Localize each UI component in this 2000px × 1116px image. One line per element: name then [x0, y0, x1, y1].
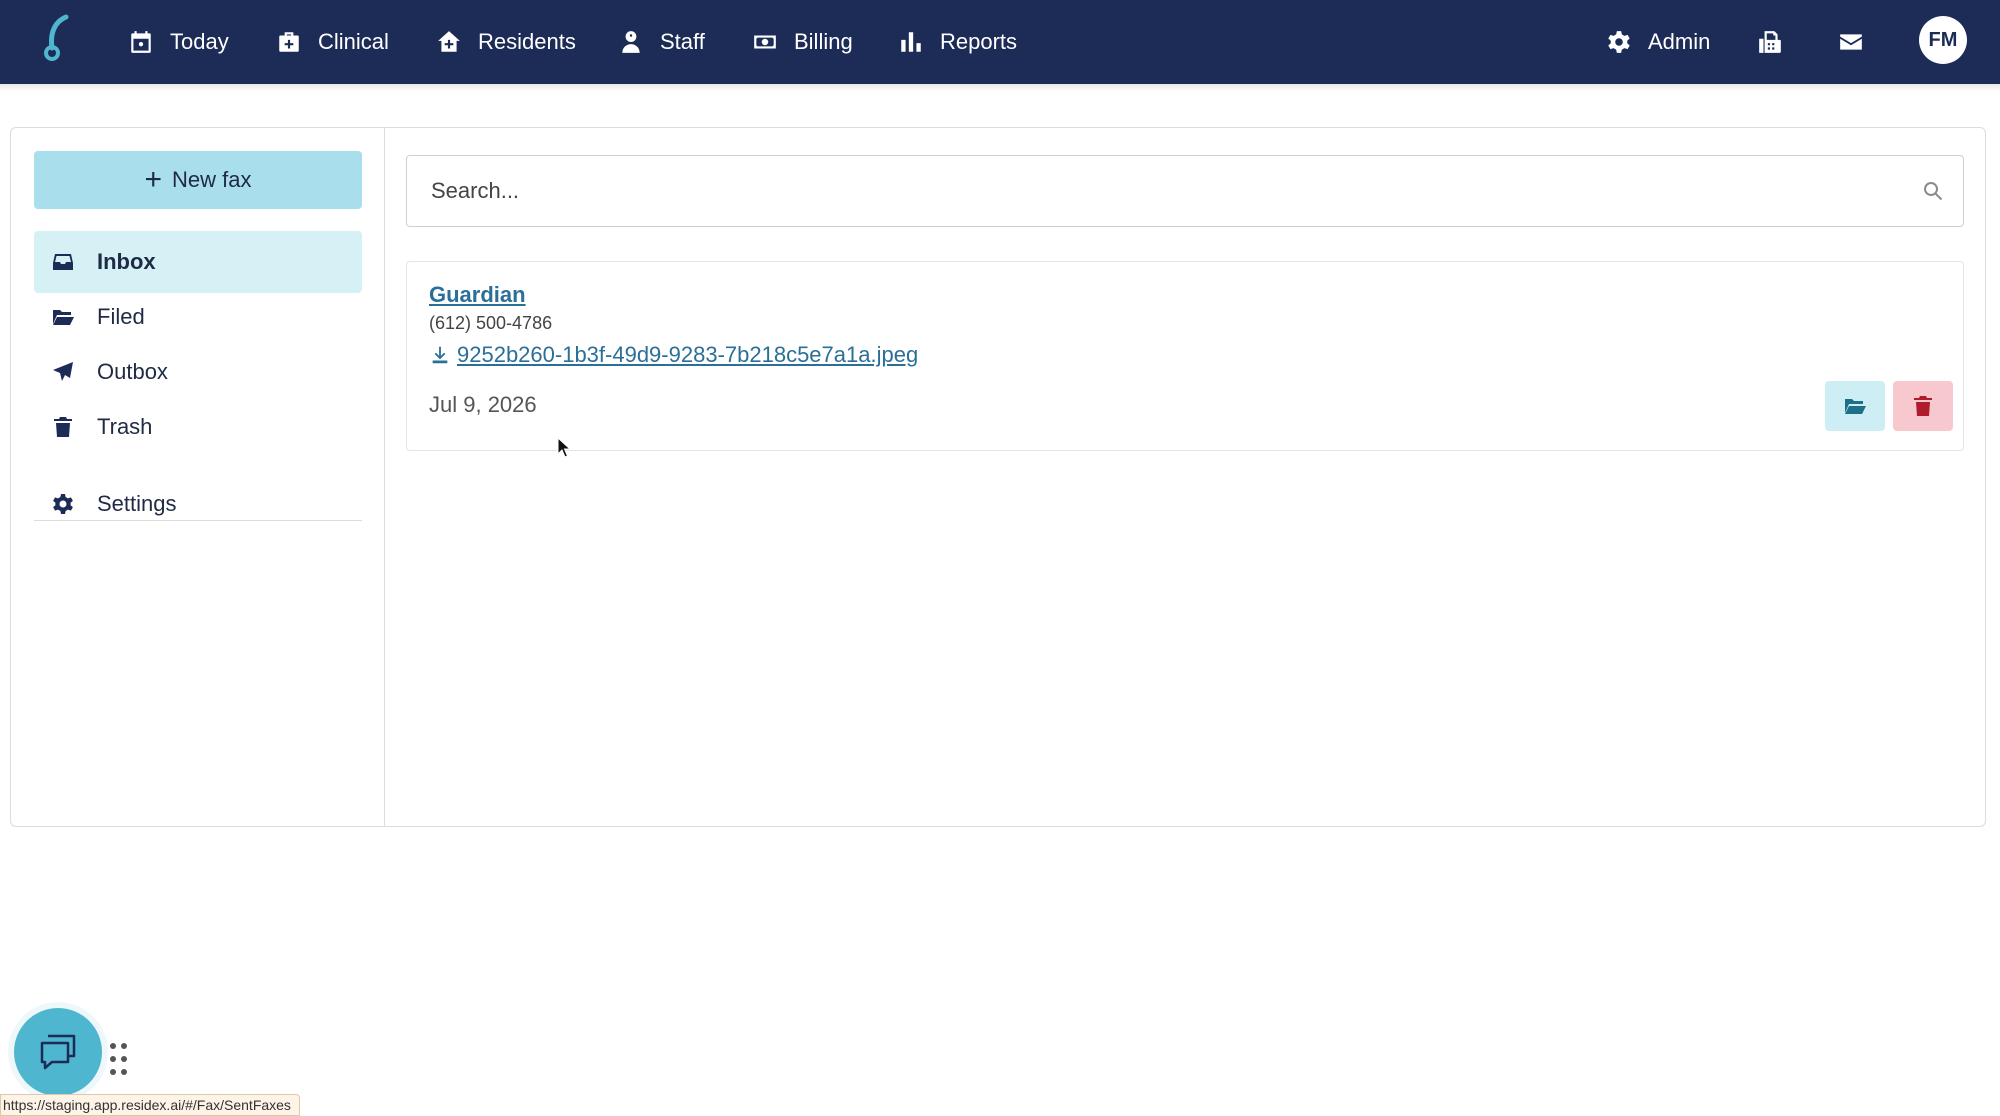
paper-plane-icon: [53, 362, 73, 381]
nav-billing[interactable]: Billing: [752, 0, 853, 84]
plus-icon: +: [144, 163, 163, 196]
inbox-icon: [53, 254, 73, 270]
search-input[interactable]: [407, 156, 1887, 226]
search-box: [406, 155, 1964, 227]
sidebar-item-inbox[interactable]: Inbox: [34, 231, 362, 293]
fax-attachment-filename: 9252b260-1b3f-49d9-9283-7b218c5e7a1a.jpe…: [457, 342, 919, 367]
new-fax-label: New fax: [172, 167, 252, 192]
nav-billing-label: Billing: [794, 29, 853, 54]
download-icon: [432, 346, 448, 364]
delete-fax-button[interactable]: [1893, 381, 1953, 431]
trash-icon: [54, 417, 72, 437]
bar-chart-icon: [901, 32, 921, 52]
folder-open-icon: [1845, 399, 1866, 414]
folder-open-icon: [53, 310, 74, 325]
sidebar-item-label: Inbox: [97, 249, 156, 274]
sidebar-item-label: Filed: [97, 304, 145, 329]
sidebar-item-settings[interactable]: Settings: [34, 473, 362, 535]
sidebar-item-label: Outbox: [97, 359, 168, 384]
fax-card: Guardian (612) 500-4786 9252b260-1b3f-49…: [406, 261, 1964, 451]
house-icon: [438, 31, 460, 52]
fax-date: Jul 9, 2026: [429, 392, 537, 417]
fax-panel: + New fax Inbox Filed Outbox Trash Setti…: [10, 127, 1986, 827]
fax-button[interactable]: [1757, 0, 1783, 84]
nav-staff[interactable]: Staff: [618, 0, 705, 84]
mouse-cursor-icon: [557, 437, 572, 458]
nav-admin-label: Admin: [1648, 29, 1711, 54]
nav-admin[interactable]: Admin: [1606, 0, 1710, 84]
fax-icon: [1759, 31, 1781, 53]
calendar-icon: [131, 31, 151, 53]
sidebar-item-trash[interactable]: Trash: [34, 396, 362, 458]
nav-reports-label: Reports: [940, 29, 1018, 54]
fax-sidebar: + New fax Inbox Filed Outbox Trash Setti…: [11, 128, 385, 826]
nav-reports[interactable]: Reports: [898, 0, 1017, 84]
chat-widget-button[interactable]: [14, 1008, 102, 1096]
messages-button[interactable]: [1838, 0, 1864, 84]
fax-attachment-link[interactable]: 9252b260-1b3f-49d9-9283-7b218c5e7a1a.jpe…: [429, 342, 918, 368]
nav-staff-label: Staff: [660, 29, 705, 54]
fax-number: (612) 500-4786: [429, 313, 553, 333]
sidebar-item-label: Settings: [97, 491, 177, 516]
gear-icon: [53, 494, 73, 514]
clinical-icon: [279, 32, 299, 52]
staff-icon: [622, 31, 640, 53]
envelope-icon: [1840, 34, 1862, 50]
drag-handle-icon[interactable]: [108, 1042, 130, 1076]
trash-icon: [1914, 396, 1932, 416]
nav-clinical-label: Clinical: [318, 29, 389, 54]
nav-clinical[interactable]: Clinical: [276, 0, 389, 84]
nav-today[interactable]: Today: [128, 0, 229, 84]
file-fax-button[interactable]: [1825, 381, 1885, 431]
gear-icon: [1608, 31, 1630, 53]
money-icon: [754, 35, 776, 49]
sidebar-item-label: Trash: [97, 414, 153, 439]
user-avatar[interactable]: FM: [1919, 16, 1967, 64]
new-fax-button[interactable]: + New fax: [34, 151, 362, 209]
sidebar-item-outbox[interactable]: Outbox: [34, 341, 362, 403]
top-navigation-bar: Today Clinical Residents Staff Billing R…: [0, 0, 2000, 84]
nav-residents[interactable]: Residents: [436, 0, 576, 84]
nav-residents-label: Residents: [478, 29, 576, 54]
nav-today-label: Today: [170, 29, 229, 54]
fax-sender-link[interactable]: Guardian: [429, 282, 526, 308]
sidebar-item-filed[interactable]: Filed: [34, 286, 362, 348]
search-icon[interactable]: [1921, 179, 1945, 203]
topbar-shadow: [0, 84, 2000, 92]
app-logo-icon[interactable]: [38, 14, 74, 62]
chat-bubbles-icon: [40, 1034, 76, 1070]
status-bar-url: https://staging.app.residex.ai/#/Fax/Sen…: [0, 1094, 300, 1116]
